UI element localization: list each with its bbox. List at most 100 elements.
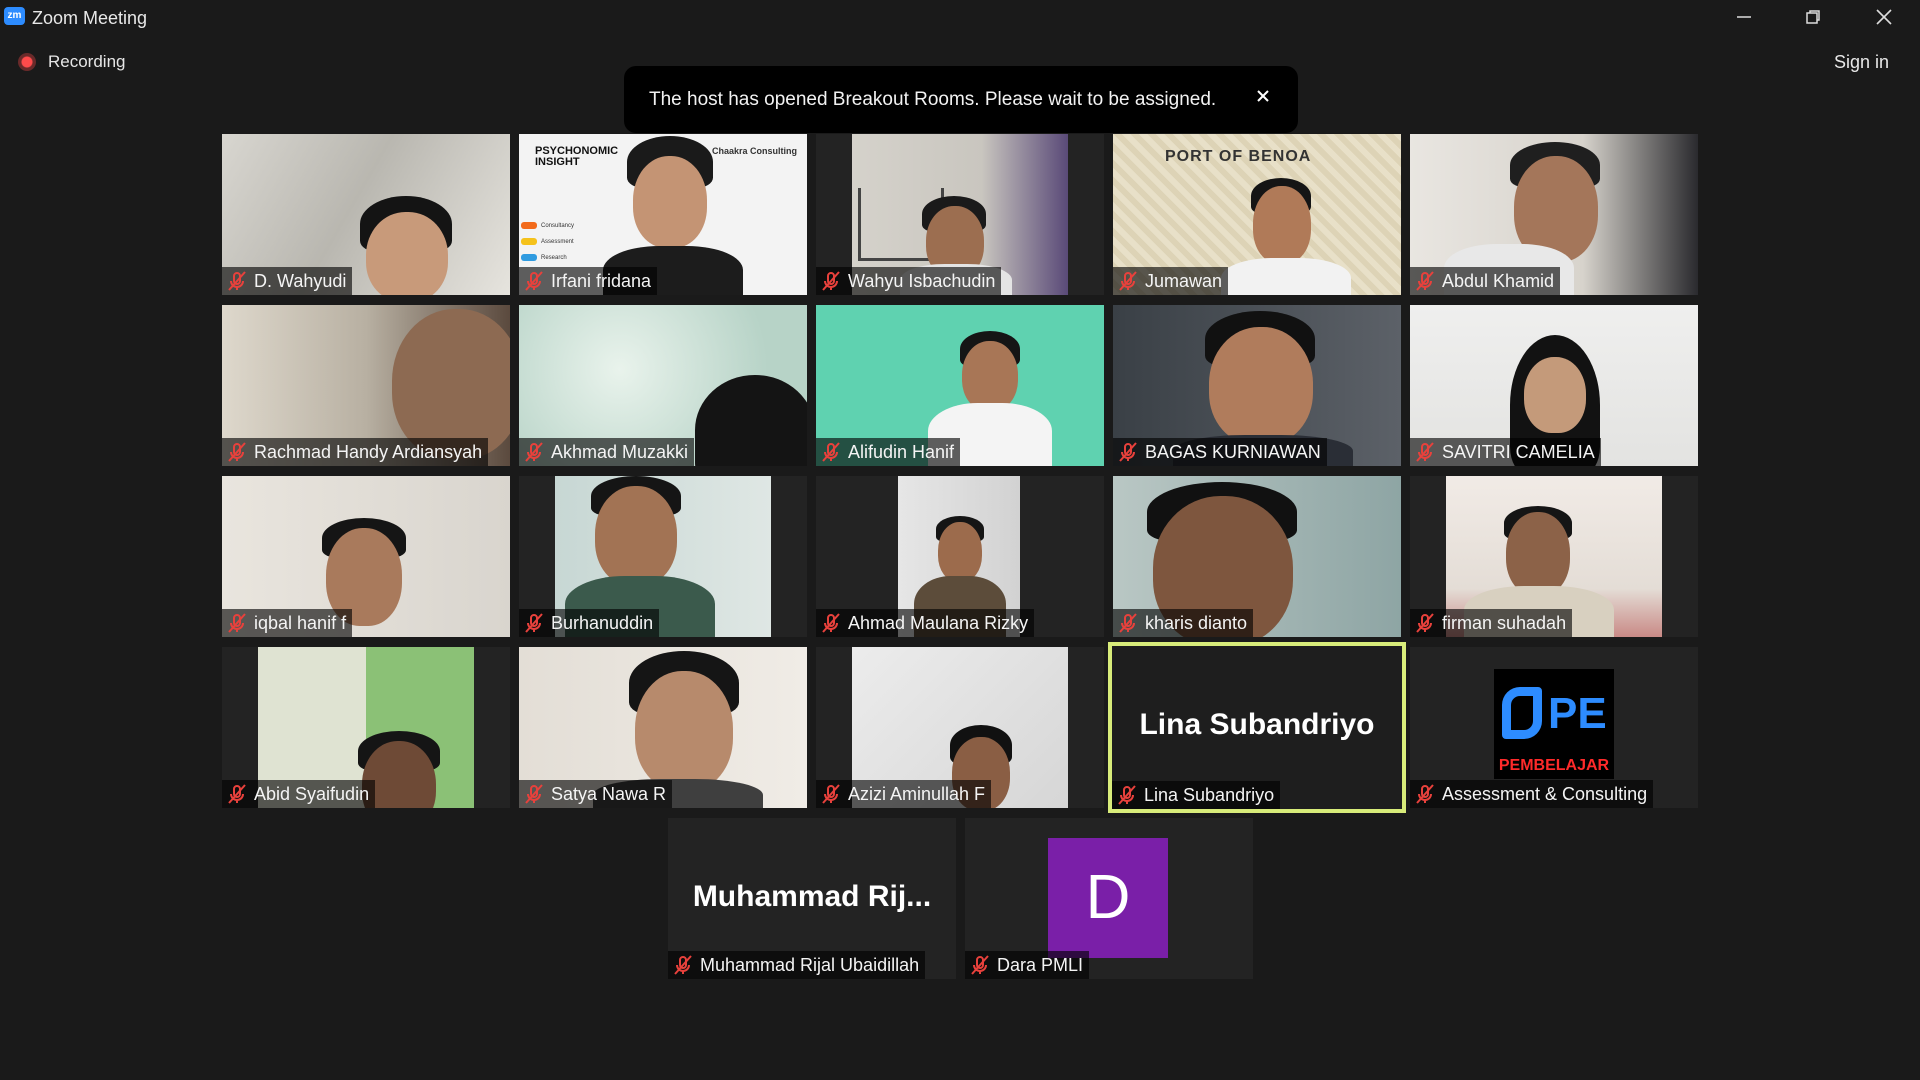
recording-icon	[18, 53, 36, 71]
participant-name: kharis dianto	[1145, 612, 1248, 633]
participant-name: Burhanuddin	[551, 612, 654, 633]
participant-tile[interactable]: Abdul Khamid	[1410, 134, 1698, 295]
participant-avatar: D	[1048, 838, 1168, 958]
participant-name: Ahmad Maulana Rizky	[848, 612, 1029, 633]
participant-name: Akhmad Muzakki	[551, 441, 689, 462]
participant-name-tag: Irfani fridana	[519, 267, 658, 295]
participant-name-tag: Azizi Aminullah F	[816, 780, 992, 808]
participant-name: BAGAS KURNIAWAN	[1145, 441, 1321, 462]
participant-name-tag: Abid Syaifudin	[222, 780, 376, 808]
participant-tile[interactable]: Rachmad Handy Ardiansyah	[222, 305, 510, 466]
notification-message: The host has opened Breakout Rooms. Plea…	[649, 88, 1217, 110]
participant-tile[interactable]: Abid Syaifudin	[222, 647, 510, 808]
participant-name: Azizi Aminullah F	[848, 783, 986, 804]
close-notification-icon[interactable]	[1256, 89, 1272, 105]
participant-tile[interactable]: iqbal hanif f	[222, 476, 510, 637]
participant-name: Dara PMLI	[997, 954, 1084, 975]
mic-muted-icon	[228, 271, 246, 291]
zoom-logo-icon: zm	[4, 7, 25, 25]
participant-name-tag: Ahmad Maulana Rizky	[816, 609, 1035, 637]
mic-muted-icon	[1119, 271, 1137, 291]
participant-tile[interactable]: PE PEMBELAJAR Assessment & Consulting	[1410, 647, 1698, 808]
participant-tile-active-speaker[interactable]: Lina Subandriyo Lina Subandriyo	[1108, 642, 1406, 813]
participant-name: D. Wahyudi	[254, 270, 347, 291]
participant-name: Rachmad Handy Ardiansyah	[254, 441, 483, 462]
logo-mark-icon	[1502, 687, 1542, 739]
poster-item-label: Consultancy	[541, 223, 575, 229]
participant-tile[interactable]: Alifudin Hanif	[816, 305, 1104, 466]
participant-name-tag: Wahyu Isbachudin	[816, 267, 1002, 295]
title-bar: zm Zoom Meeting	[0, 0, 1920, 34]
recording-indicator[interactable]: Recording	[18, 52, 126, 72]
mic-muted-icon	[822, 271, 840, 291]
logo-text: PE	[1548, 689, 1607, 738]
minimize-button[interactable]	[1710, 0, 1778, 34]
participant-tile[interactable]: Akhmad Muzakki	[519, 305, 807, 466]
participant-name: firman suhadah	[1442, 612, 1567, 633]
participant-name: Abdul Khamid	[1442, 270, 1555, 291]
mic-muted-icon	[822, 784, 840, 804]
mic-muted-icon	[1416, 271, 1434, 291]
mic-muted-icon	[525, 271, 543, 291]
participant-tile[interactable]: firman suhadah	[1410, 476, 1698, 637]
close-window-button[interactable]	[1850, 0, 1918, 34]
participant-name-tag: D. Wahyudi	[222, 267, 353, 295]
organization-logo: PE PEMBELAJAR	[1494, 669, 1614, 779]
participant-tile[interactable]: Satya Nawa R	[519, 647, 807, 808]
participant-name: Wahyu Isbachudin	[848, 270, 996, 291]
mic-muted-icon	[822, 442, 840, 462]
participant-tile[interactable]: Ahmad Maulana Rizky	[816, 476, 1104, 637]
poster-brand: Chaakra Consulting	[711, 146, 797, 156]
participant-name-tag: Dara PMLI	[965, 951, 1090, 979]
mic-muted-icon	[1119, 442, 1137, 462]
participant-name-tag: Assessment & Consulting	[1410, 780, 1654, 808]
participant-name: iqbal hanif f	[254, 612, 347, 633]
participant-name: Assessment & Consulting	[1442, 783, 1648, 804]
participant-tile[interactable]: Burhanuddin	[519, 476, 807, 637]
active-speaker-border	[1108, 642, 1406, 813]
recording-label: Recording	[48, 52, 126, 71]
background-sign: PORT OF BENOA	[1165, 148, 1312, 165]
mic-muted-icon	[1416, 784, 1434, 804]
mic-muted-icon	[1119, 613, 1137, 633]
participant-name-tag: Jumawan	[1113, 267, 1229, 295]
sign-in-button[interactable]: Sign in	[1834, 52, 1889, 73]
minimize-icon	[1737, 16, 1751, 18]
logo-subtext: PEMBELAJAR	[1498, 757, 1610, 774]
breakout-rooms-notification: The host has opened Breakout Rooms. Plea…	[624, 66, 1298, 133]
participant-tile[interactable]: D Dara PMLI	[965, 818, 1253, 979]
mic-muted-icon	[674, 955, 692, 975]
restore-icon	[1806, 10, 1820, 24]
mic-muted-icon	[525, 442, 543, 462]
participant-tile[interactable]: D. Wahyudi	[222, 134, 510, 295]
participant-name: Satya Nawa R	[551, 783, 667, 804]
participant-name-tag: Alifudin Hanif	[816, 438, 961, 466]
participant-display-name: Muhammad Rij...	[692, 880, 932, 913]
participant-name-tag: firman suhadah	[1410, 609, 1573, 637]
window-title: Zoom Meeting	[32, 8, 148, 28]
mic-muted-icon	[525, 613, 543, 633]
participant-tile[interactable]: SAVITRI CAMELIA	[1410, 305, 1698, 466]
participant-tile[interactable]: Muhammad Rij... Muhammad Rijal Ubaidilla…	[668, 818, 956, 979]
participant-name: Muhammad Rijal Ubaidillah	[700, 954, 920, 975]
participant-name-tag: SAVITRI CAMELIA	[1410, 438, 1601, 466]
participant-tile[interactable]: kharis dianto	[1113, 476, 1401, 637]
participant-name-tag: Muhammad Rijal Ubaidillah	[668, 951, 926, 979]
participant-name: Abid Syaifudin	[254, 783, 370, 804]
poster-item-label: Assessment	[541, 239, 574, 245]
participant-name: Jumawan	[1145, 270, 1223, 291]
mic-muted-icon	[1416, 613, 1434, 633]
participant-name-tag: Abdul Khamid	[1410, 267, 1561, 295]
mic-muted-icon	[822, 613, 840, 633]
participant-tile[interactable]: Azizi Aminullah F	[816, 647, 1104, 808]
participant-tile[interactable]: PSYCHONOMIC INSIGHT Chaakra Consulting C…	[519, 134, 807, 295]
participant-tile[interactable]: BAGAS KURNIAWAN	[1113, 305, 1401, 466]
participant-tile[interactable]: PORT OF BENOA Jumawan	[1113, 134, 1401, 295]
poster-item-label: Research	[541, 255, 567, 261]
participant-name-tag: iqbal hanif f	[222, 609, 353, 637]
participant-tile[interactable]: Wahyu Isbachudin	[816, 134, 1104, 295]
mic-muted-icon	[228, 784, 246, 804]
restore-button[interactable]	[1779, 0, 1847, 34]
close-icon	[1876, 9, 1892, 25]
participant-name-tag: Rachmad Handy Ardiansyah	[222, 438, 489, 466]
